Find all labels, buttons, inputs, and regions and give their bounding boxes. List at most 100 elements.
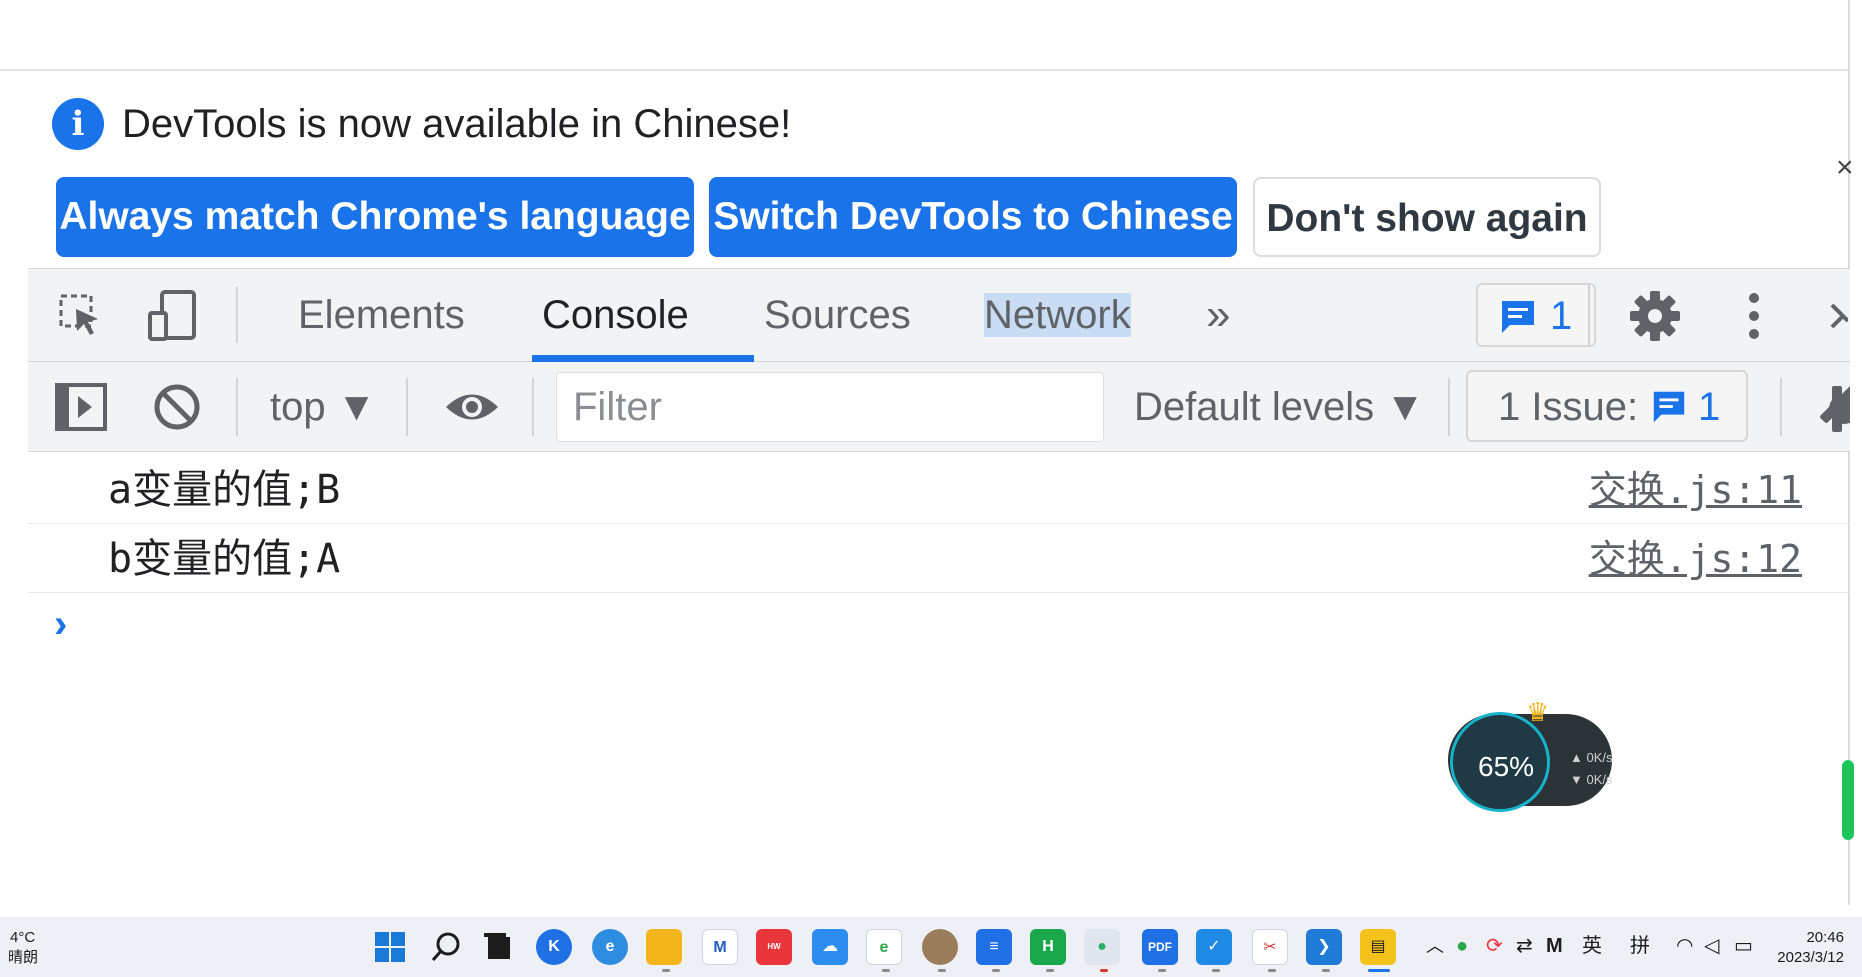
device-toolbar-icon[interactable]: [146, 289, 200, 343]
close-devtools-icon[interactable]: [1828, 301, 1848, 331]
wifi-icon[interactable]: ◠: [1676, 933, 1693, 959]
taskbar-app-k-icon[interactable]: K: [536, 929, 572, 965]
taskbar-app-browser-icon[interactable]: e: [592, 929, 628, 965]
inspect-element-icon[interactable]: [58, 293, 104, 339]
toolbar-divider: [1780, 378, 1782, 436]
taskbar-notepad-icon[interactable]: ≡: [976, 929, 1012, 965]
tab-sources[interactable]: Sources: [764, 269, 911, 361]
taskbar-avatar-app-icon[interactable]: [922, 929, 958, 965]
console-message-row: b变量的值;A 交换.js:12: [28, 525, 1850, 593]
volume-icon[interactable]: ◁: [1704, 933, 1719, 959]
running-indicator: [1268, 969, 1276, 972]
running-indicator: [1046, 969, 1054, 972]
message-icon: [1502, 301, 1534, 333]
infobar-close-icon[interactable]: ×: [1836, 150, 1854, 186]
issues-count: 1: [1698, 385, 1721, 429]
download-speed-value: 0K/s: [1586, 772, 1613, 787]
page-divider: [0, 69, 1850, 71]
running-indicator: [1158, 969, 1166, 972]
log-levels-dropdown[interactable]: Default levels ▼: [1134, 382, 1425, 432]
weather-description[interactable]: 晴朗: [8, 949, 38, 966]
windows-start-icon[interactable]: [374, 931, 406, 963]
live-expression-eye-icon[interactable]: [444, 388, 500, 426]
clock-date[interactable]: 2023/3/12: [1777, 949, 1844, 966]
console-message-source-link[interactable]: 交换.js:12: [1589, 533, 1802, 585]
taskbar-snipping-tool-icon[interactable]: ✂: [1252, 929, 1288, 965]
message-icon: [1653, 391, 1685, 423]
toolbar-divider: [406, 378, 408, 436]
issues-button[interactable]: 1 Issue: 1: [1466, 370, 1748, 442]
taskbar-wechat-icon[interactable]: ●: [1084, 929, 1120, 965]
info-icon: i: [52, 98, 104, 150]
running-indicator: [1322, 969, 1330, 972]
sidebar-toggle-icon[interactable]: [54, 382, 108, 432]
taskbar-app-m-icon[interactable]: M: [702, 929, 738, 965]
running-indicator: [882, 969, 890, 972]
active-tab-indicator: [532, 355, 754, 362]
console-filter-input[interactable]: [556, 372, 1104, 442]
infobar-message: DevTools is now available in Chinese!: [122, 102, 792, 146]
taskbar-vscode-icon[interactable]: ❯: [1306, 929, 1342, 965]
tab-network[interactable]: Network: [984, 269, 1131, 361]
download-speed: ▼ 0K/s: [1570, 772, 1613, 787]
tray-overflow-chevron-icon[interactable]: ︿: [1426, 933, 1444, 959]
more-options-icon[interactable]: [1744, 291, 1764, 341]
clear-console-icon[interactable]: [152, 382, 202, 432]
taskbar-app-e-icon[interactable]: e: [866, 929, 902, 965]
running-indicator-active: [1368, 969, 1390, 972]
console-message-text: b变量的值;A: [108, 536, 341, 582]
toolbar-divider: [1588, 285, 1590, 345]
running-indicator: [662, 969, 670, 972]
dont-show-again-button[interactable]: Don't show again: [1253, 177, 1601, 257]
tab-network-label: Network: [984, 293, 1131, 337]
devtools-main-toolbar: Elements Console Sources Network » 1: [28, 268, 1850, 362]
battery-icon[interactable]: ▭: [1734, 933, 1753, 959]
tray-app-icon[interactable]: ●: [1456, 933, 1468, 959]
task-view-icon[interactable]: [482, 931, 514, 963]
taskbar-file-explorer-icon[interactable]: [646, 929, 682, 965]
running-indicator: [1100, 969, 1108, 972]
taskbar-notes-icon[interactable]: ▤: [1360, 929, 1396, 965]
tray-m-icon[interactable]: M: [1546, 933, 1563, 959]
tray-switch-icon[interactable]: ⇄: [1516, 933, 1533, 959]
tab-console[interactable]: Console: [542, 269, 689, 361]
tab-elements[interactable]: Elements: [298, 269, 465, 361]
tray-sync-icon[interactable]: ⟳: [1486, 933, 1503, 959]
taskbar-app-q-icon[interactable]: ✓: [1196, 929, 1232, 965]
running-indicator: [1212, 969, 1220, 972]
search-icon[interactable]: [430, 931, 462, 963]
taskbar-hbuilder-icon[interactable]: H: [1030, 929, 1066, 965]
taskbar-cloud-icon[interactable]: ☁: [812, 929, 848, 965]
cpu-percent: 65%: [1478, 751, 1535, 782]
ime-mode[interactable]: 拼: [1630, 933, 1650, 959]
issues-label: 1 Issue:: [1498, 385, 1639, 429]
toolbar-divider: [236, 378, 238, 436]
taskbar-pdf-icon[interactable]: PDF: [1142, 929, 1178, 965]
settings-gear-icon[interactable]: [1628, 289, 1682, 343]
taskbar-app-huawei-icon[interactable]: HW: [756, 929, 792, 965]
upload-speed: ▲ 0K/s: [1570, 750, 1613, 765]
console-prompt-chevron-icon[interactable]: ›: [54, 602, 67, 646]
console-message-row: a变量的值;B 交换.js:11: [28, 456, 1850, 524]
more-tabs-icon[interactable]: »: [1206, 269, 1230, 361]
toolbar-divider: [236, 287, 238, 343]
context-selector[interactable]: top ▼: [270, 382, 376, 432]
side-indicator: [1842, 760, 1854, 840]
console-toolbar: top ▼ Default levels ▼ 1 Issue: 1: [28, 362, 1850, 452]
toolbar-divider: [1448, 378, 1450, 436]
console-settings-gear-icon[interactable]: [1818, 384, 1850, 434]
issues-counter-button[interactable]: 1: [1476, 283, 1596, 347]
toolbar-divider: [532, 378, 534, 436]
weather-temperature[interactable]: 4°C: [10, 929, 35, 946]
devtools-window: i DevTools is now available in Chinese! …: [0, 0, 1862, 977]
vip-crown-icon: ♛: [1526, 697, 1550, 727]
upload-speed-value: 0K/s: [1586, 750, 1613, 765]
switch-to-chinese-button[interactable]: Switch DevTools to Chinese: [709, 177, 1237, 257]
always-match-language-button[interactable]: Always match Chrome's language: [56, 177, 694, 257]
clock-time[interactable]: 20:46: [1806, 929, 1844, 946]
windows-taskbar: 4°C 晴朗 K e M HW ☁ e ≡ H ● PDF ✓ ✂ ❯ ▤ ︿ …: [0, 917, 1862, 977]
running-indicator: [938, 969, 946, 972]
console-message-source-link[interactable]: 交换.js:11: [1589, 464, 1802, 516]
issues-count: 1: [1550, 294, 1573, 338]
ime-language[interactable]: 英: [1582, 933, 1602, 959]
